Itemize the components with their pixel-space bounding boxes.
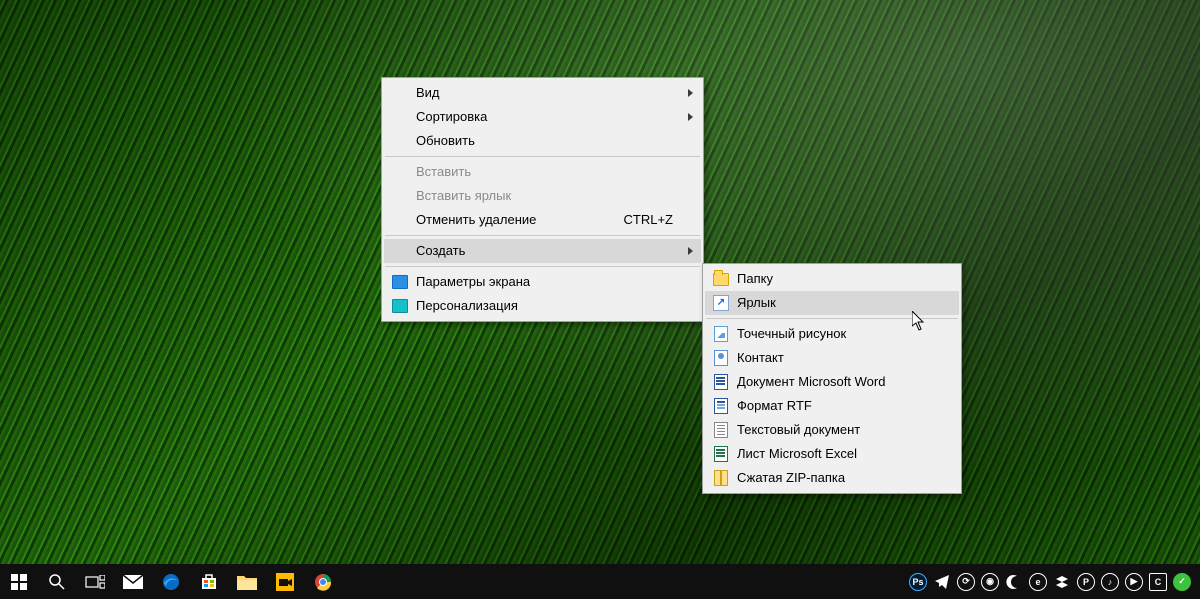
video-app-button[interactable] bbox=[266, 564, 304, 599]
menu-separator bbox=[385, 266, 700, 267]
submenu-item-bitmap[interactable]: Точечный рисунок bbox=[705, 322, 959, 346]
tray-c-icon[interactable]: C bbox=[1146, 564, 1170, 599]
menu-item-label: Точечный рисунок bbox=[737, 322, 846, 346]
chevron-right-icon bbox=[688, 247, 693, 255]
excel-icon bbox=[713, 446, 729, 462]
submenu-item-rtf[interactable]: Формат RTF bbox=[705, 394, 959, 418]
menu-item-refresh[interactable]: Обновить bbox=[384, 129, 701, 153]
chevron-right-icon bbox=[688, 113, 693, 121]
explorer-app-button[interactable] bbox=[228, 564, 266, 599]
menu-item-label: Персонализация bbox=[416, 294, 518, 318]
menu-item-label: Сортировка bbox=[416, 105, 487, 129]
bitmap-icon bbox=[713, 326, 729, 342]
menu-item-sort[interactable]: Сортировка bbox=[384, 105, 701, 129]
store-app-button[interactable] bbox=[190, 564, 228, 599]
menu-item-label: Контакт bbox=[737, 346, 784, 370]
submenu-item-contact[interactable]: Контакт bbox=[705, 346, 959, 370]
search-button[interactable] bbox=[38, 564, 76, 599]
desktop-context-menu: Вид Сортировка Обновить Вставить Вставит… bbox=[381, 77, 704, 322]
menu-item-label: Вид bbox=[416, 81, 440, 105]
chrome-app-button[interactable] bbox=[304, 564, 342, 599]
text-icon bbox=[713, 422, 729, 438]
tray-telegram-icon[interactable] bbox=[930, 564, 954, 599]
taskbar-tray: Ps ⟳ ◉ e P ♪ ▶ C ✓ bbox=[906, 564, 1200, 599]
personalize-icon bbox=[392, 298, 408, 314]
zip-icon bbox=[713, 470, 729, 486]
tray-p-icon[interactable]: P bbox=[1074, 564, 1098, 599]
menu-item-new[interactable]: Создать bbox=[384, 239, 701, 263]
menu-item-label: Вставить bbox=[416, 160, 471, 184]
menu-item-label: Ярлык bbox=[737, 291, 776, 315]
shortcut-icon bbox=[713, 295, 729, 311]
submenu-item-text[interactable]: Текстовый документ bbox=[705, 418, 959, 442]
menu-item-label: Формат RTF bbox=[737, 394, 812, 418]
menu-item-personalize[interactable]: Персонализация bbox=[384, 294, 701, 318]
chevron-right-icon bbox=[688, 89, 693, 97]
menu-item-label: Папку bbox=[737, 267, 773, 291]
menu-item-label: Лист Microsoft Excel bbox=[737, 442, 857, 466]
tray-volume-icon[interactable]: ♪ bbox=[1098, 564, 1122, 599]
menu-separator bbox=[706, 318, 958, 319]
tray-stack-icon[interactable] bbox=[1050, 564, 1074, 599]
menu-item-display-settings[interactable]: Параметры экрана bbox=[384, 270, 701, 294]
edge-app-button[interactable] bbox=[152, 564, 190, 599]
rtf-icon bbox=[713, 398, 729, 414]
contact-icon bbox=[713, 350, 729, 366]
word-icon bbox=[713, 374, 729, 390]
menu-item-label: Текстовый документ bbox=[737, 418, 860, 442]
menu-item-view[interactable]: Вид bbox=[384, 81, 701, 105]
taskview-button[interactable] bbox=[76, 564, 114, 599]
menu-item-label: Параметры экрана bbox=[416, 270, 530, 294]
folder-icon bbox=[713, 271, 729, 287]
taskbar: Ps ⟳ ◉ e P ♪ ▶ C ✓ bbox=[0, 564, 1200, 599]
menu-item-label: Сжатая ZIP-папка bbox=[737, 466, 845, 490]
submenu-item-shortcut[interactable]: Ярлык bbox=[705, 291, 959, 315]
menu-item-label: Обновить bbox=[416, 129, 475, 153]
submenu-item-excel[interactable]: Лист Microsoft Excel bbox=[705, 442, 959, 466]
submenu-item-zip[interactable]: Сжатая ZIP-папка bbox=[705, 466, 959, 490]
menu-item-label: Создать bbox=[416, 239, 465, 263]
tray-update-icon[interactable]: ⟳ bbox=[954, 564, 978, 599]
menu-separator bbox=[385, 235, 700, 236]
menu-item-paste-shortcut: Вставить ярлык bbox=[384, 184, 701, 208]
menu-item-label: Вставить ярлык bbox=[416, 184, 511, 208]
submenu-item-word[interactable]: Документ Microsoft Word bbox=[705, 370, 959, 394]
tray-moon-icon[interactable] bbox=[1002, 564, 1026, 599]
menu-item-shortcut: CTRL+Z bbox=[624, 208, 673, 232]
tray-play-icon[interactable]: ▶ bbox=[1122, 564, 1146, 599]
menu-item-label: Отменить удаление bbox=[416, 208, 536, 232]
tray-green-icon[interactable]: ✓ bbox=[1170, 564, 1194, 599]
menu-item-undo-delete[interactable]: Отменить удаление CTRL+Z bbox=[384, 208, 701, 232]
menu-item-paste: Вставить bbox=[384, 160, 701, 184]
menu-item-label: Документ Microsoft Word bbox=[737, 370, 885, 394]
tray-eset-icon[interactable]: e bbox=[1026, 564, 1050, 599]
tray-chrome-outline-icon[interactable]: ◉ bbox=[978, 564, 1002, 599]
submenu-item-folder[interactable]: Папку bbox=[705, 267, 959, 291]
tray-ps-icon[interactable]: Ps bbox=[906, 564, 930, 599]
new-submenu: Папку Ярлык Точечный рисунок Контакт Док… bbox=[702, 263, 962, 494]
display-icon bbox=[392, 274, 408, 290]
mail-app-button[interactable] bbox=[114, 564, 152, 599]
taskbar-left bbox=[0, 564, 342, 599]
start-button[interactable] bbox=[0, 564, 38, 599]
menu-separator bbox=[385, 156, 700, 157]
